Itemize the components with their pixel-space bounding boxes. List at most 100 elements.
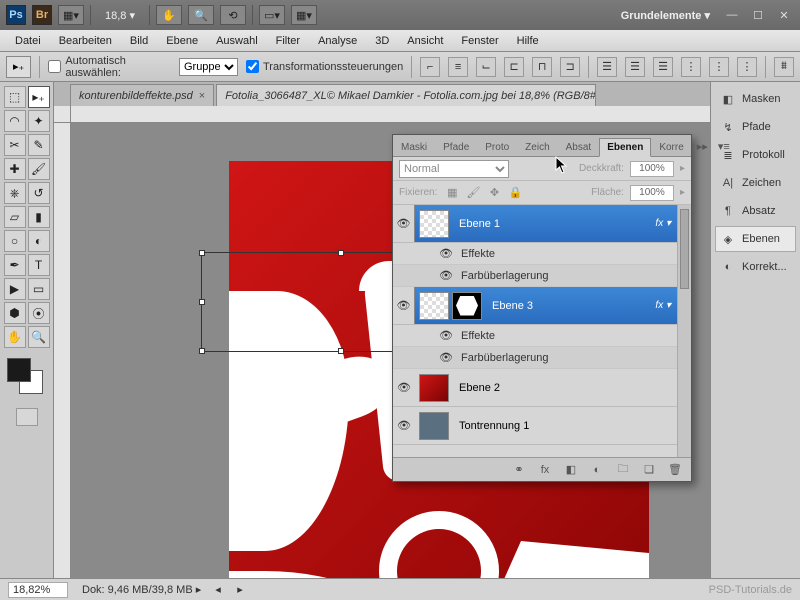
3d-tool[interactable]: ⬢ — [4, 302, 26, 324]
panel-scrollbar[interactable] — [677, 205, 691, 457]
align-vmid-button[interactable]: ≡ — [448, 57, 468, 77]
scrollbar-thumb[interactable] — [680, 209, 689, 289]
ps-logo-icon[interactable]: Ps — [6, 5, 26, 25]
3d-camera-tool[interactable]: ⦿ — [28, 302, 50, 324]
dodge-tool[interactable]: ◐ — [28, 230, 50, 252]
layer-name[interactable]: Tontrennung 1 — [453, 420, 677, 432]
layer-row[interactable]: 👁 Ebene 2 — [393, 369, 691, 407]
delete-layer-icon[interactable]: 🗑 — [667, 462, 683, 478]
layer-thumbnail[interactable] — [419, 210, 449, 238]
color-swatches[interactable] — [7, 358, 47, 398]
maximize-button[interactable]: ☐ — [751, 8, 765, 22]
fill-slider-icon[interactable]: ▸ — [680, 187, 685, 198]
adjustment-layer-icon[interactable]: ◐ — [589, 462, 605, 478]
panel-tab-pfade[interactable]: Pfade — [435, 138, 477, 157]
layer-thumbnail[interactable] — [419, 374, 449, 402]
effects-row[interactable]: 👁Effekte — [393, 243, 691, 265]
menu-fenster[interactable]: Fenster — [452, 32, 507, 50]
visibility-toggle-icon[interactable]: 👁 — [393, 419, 415, 432]
lock-all-icon[interactable]: 🔒 — [508, 185, 524, 201]
pen-tool[interactable]: ✒ — [4, 254, 26, 276]
path-select-tool[interactable]: ▶ — [4, 278, 26, 300]
blur-tool[interactable]: ○ — [4, 230, 26, 252]
gradient-tool[interactable]: ▮ — [28, 206, 50, 228]
panel-tab-zeich[interactable]: Zeich — [517, 138, 557, 157]
lock-transparency-icon[interactable]: ▦ — [444, 185, 460, 201]
panel-more-icon[interactable]: ▸▸ — [692, 137, 713, 156]
visibility-toggle-icon[interactable]: 👁 — [437, 351, 455, 364]
dist-left-button[interactable]: ⋮ — [681, 57, 701, 77]
visibility-toggle-icon[interactable]: 👁 — [393, 287, 415, 324]
dist-vmid-button[interactable]: ☰ — [625, 57, 645, 77]
panel-menu-icon[interactable]: ▾≡ — [713, 137, 735, 156]
visibility-toggle-icon[interactable]: 👁 — [437, 269, 455, 282]
visibility-toggle-icon[interactable]: 👁 — [393, 205, 415, 242]
bridge-logo-icon[interactable]: Br — [32, 5, 52, 25]
layer-mask-thumbnail[interactable] — [452, 292, 482, 320]
layer-name[interactable]: Ebene 2 — [453, 382, 677, 394]
lock-position-icon[interactable]: ✥ — [486, 185, 502, 201]
layer-name[interactable]: Ebene 3 — [486, 300, 649, 312]
dist-top-button[interactable]: ☰ — [597, 57, 617, 77]
align-left-button[interactable]: ⊏ — [504, 57, 524, 77]
extras-button[interactable]: ▦▾ — [291, 5, 317, 25]
zoom-level[interactable]: 18,8 ▾ — [97, 9, 143, 22]
layer-thumbnail[interactable] — [419, 412, 449, 440]
dock-absatz[interactable]: ¶Absatz — [715, 198, 796, 224]
effect-item[interactable]: 👁Farbüberlagerung — [393, 265, 691, 287]
auto-select-dropdown[interactable]: Gruppe — [179, 58, 238, 76]
rotate-view-button[interactable]: ⟲ — [220, 5, 246, 25]
document-tab[interactable]: konturenbildeffekte.psd× — [70, 84, 214, 106]
menu-bearbeiten[interactable]: Bearbeiten — [50, 32, 121, 50]
menu-filter[interactable]: Filter — [267, 32, 309, 50]
brush-tool[interactable]: 🖌 — [28, 158, 50, 180]
link-layers-icon[interactable]: ⚭ — [511, 462, 527, 478]
panel-tab-maski[interactable]: Maski — [393, 138, 435, 157]
transform-controls-checkbox[interactable]: Transformationssteuerungen — [246, 60, 403, 73]
fx-badge[interactable]: fx ▾ — [649, 218, 677, 229]
panel-tab-korre[interactable]: Korre — [651, 138, 691, 157]
dock-zeichen[interactable]: A|Zeichen — [715, 170, 796, 196]
dist-right-button[interactable]: ⋮ — [737, 57, 757, 77]
auto-select-checkbox[interactable]: Automatisch auswählen: — [48, 55, 171, 79]
menu-hilfe[interactable]: Hilfe — [508, 32, 548, 50]
shape-tool[interactable]: ▭ — [28, 278, 50, 300]
effects-row[interactable]: 👁Effekte — [393, 325, 691, 347]
move-tool[interactable]: ▸₊ — [28, 86, 50, 108]
dock-masken[interactable]: ◧Masken — [715, 86, 796, 112]
layer-row[interactable]: 👁 Ebene 3 fx ▾ — [393, 287, 691, 325]
auto-align-button[interactable]: ⩩ — [774, 57, 794, 77]
menu-bild[interactable]: Bild — [121, 32, 157, 50]
dist-hmid-button[interactable]: ⋮ — [709, 57, 729, 77]
dock-ebenen[interactable]: ◈Ebenen — [715, 226, 796, 252]
marquee-tool[interactable]: ⬚ — [4, 86, 26, 108]
layers-panel[interactable]: Maski Pfade Proto Zeich Absat Ebenen Kor… — [392, 134, 692, 482]
blend-mode-dropdown[interactable]: Normal — [399, 160, 509, 178]
workspace-switcher[interactable]: Grundelemente ▾ — [615, 9, 716, 22]
fx-badge[interactable]: fx ▾ — [649, 300, 677, 311]
layer-row[interactable]: 👁 Ebene 1 fx ▾ — [393, 205, 691, 243]
hand-tool-button[interactable]: ✋ — [156, 5, 182, 25]
heal-tool[interactable]: ✚ — [4, 158, 26, 180]
history-brush-tool[interactable]: ↺ — [28, 182, 50, 204]
menu-auswahl[interactable]: Auswahl — [207, 32, 267, 50]
new-layer-icon[interactable]: ❏ — [641, 462, 657, 478]
ruler-vertical[interactable] — [54, 123, 71, 578]
eraser-tool[interactable]: ▱ — [4, 206, 26, 228]
new-group-icon[interactable]: 🗀 — [615, 462, 631, 478]
ruler-origin[interactable] — [54, 106, 71, 123]
menu-datei[interactable]: Datei — [6, 32, 50, 50]
lasso-tool[interactable]: ◠ — [4, 110, 26, 132]
doc-size-label[interactable]: Dok: 9,46 MB/39,8 MB ▸ — [82, 583, 201, 596]
panel-tab-proto[interactable]: Proto — [477, 138, 517, 157]
quick-select-tool[interactable]: ✦ — [28, 110, 50, 132]
doc-arrange-button[interactable]: ▦▾ — [58, 5, 84, 25]
stamp-tool[interactable]: ⎈ — [4, 182, 26, 204]
foreground-color-swatch[interactable] — [7, 358, 31, 382]
visibility-toggle-icon[interactable]: 👁 — [437, 247, 455, 260]
align-right-button[interactable]: ⊐ — [560, 57, 580, 77]
layer-style-icon[interactable]: fx — [537, 462, 553, 478]
align-hmid-button[interactable]: ⊓ — [532, 57, 552, 77]
quick-mask-toggle[interactable] — [16, 408, 38, 426]
zoom-tool[interactable]: 🔍 — [28, 326, 50, 348]
